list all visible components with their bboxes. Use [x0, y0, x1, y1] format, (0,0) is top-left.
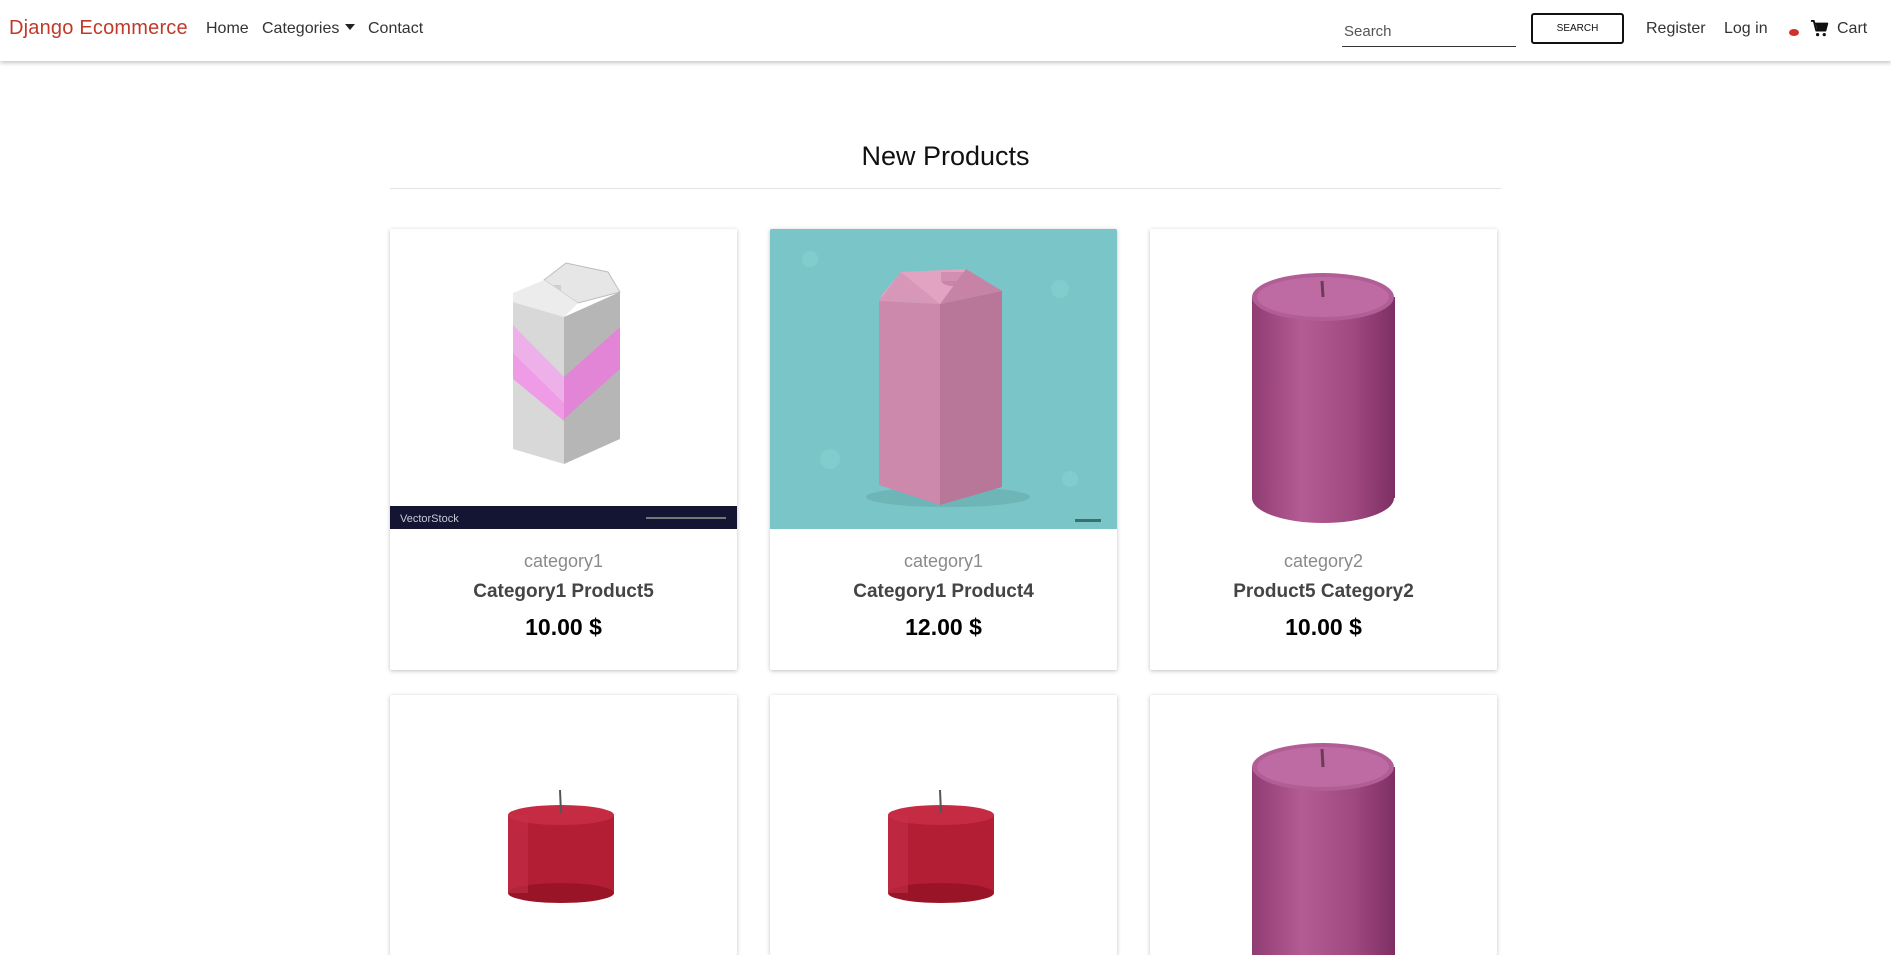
product-image[interactable] [390, 695, 737, 955]
product-name[interactable]: Category1 Product4 [770, 581, 1117, 603]
product-card-body: category2 Product5 Category2 10.00 $ [1150, 529, 1497, 641]
login-link[interactable]: Log in [1724, 20, 1768, 38]
nav-categories-label: Categories [262, 20, 340, 37]
product-name[interactable]: Category1 Product5 [390, 581, 737, 603]
product-price: 10.00 $ [525, 614, 602, 640]
section-divider [390, 188, 1501, 189]
nav-home[interactable]: Home [206, 20, 249, 38]
section-title: New Products [861, 141, 1030, 171]
product-category: category1 [903, 551, 984, 571]
product-image[interactable]: VectorStock [390, 229, 737, 529]
search-button[interactable]: SEARCH [1531, 13, 1624, 44]
product-image[interactable] [770, 695, 1117, 955]
search-input[interactable] [1342, 17, 1516, 47]
cart-link[interactable]: Cart [1837, 20, 1867, 38]
product-card[interactable]: category2 Product5 Category2 10.00 $ [1150, 229, 1497, 670]
product-image[interactable] [770, 229, 1117, 529]
product-category: category1 [523, 551, 604, 571]
brand-link[interactable]: Django Ecommerce [9, 17, 188, 40]
cart-icon[interactable] [1810, 19, 1829, 38]
navbar: Django Ecommerce Home Categories Contact… [0, 0, 1891, 61]
nav-categories-dropdown[interactable]: Categories [262, 20, 356, 38]
vectorstock-watermark: VectorStock [400, 513, 459, 525]
caret-down-icon [345, 24, 356, 30]
product-price: 12.00 $ [905, 614, 982, 640]
product-price: 10.00 $ [1285, 614, 1362, 640]
product-category: category2 [1283, 551, 1364, 571]
product-card-body: category1 Category1 Product5 10.00 $ [390, 529, 737, 641]
product-name[interactable]: Product5 Category2 [1150, 581, 1497, 603]
product-card[interactable] [390, 695, 737, 955]
product-card[interactable]: category1 Category1 Product4 12.00 $ [770, 229, 1117, 670]
product-card[interactable] [1150, 695, 1497, 955]
product-card[interactable] [770, 695, 1117, 955]
cart-count-badge [1789, 29, 1799, 36]
product-card-body: category1 Category1 Product4 12.00 $ [770, 529, 1117, 641]
product-image[interactable] [1150, 229, 1497, 529]
register-link[interactable]: Register [1646, 20, 1706, 38]
nav-contact[interactable]: Contact [368, 20, 423, 38]
product-card[interactable]: VectorStock category1 Category1 Product5… [390, 229, 737, 670]
product-image[interactable] [1150, 695, 1497, 955]
